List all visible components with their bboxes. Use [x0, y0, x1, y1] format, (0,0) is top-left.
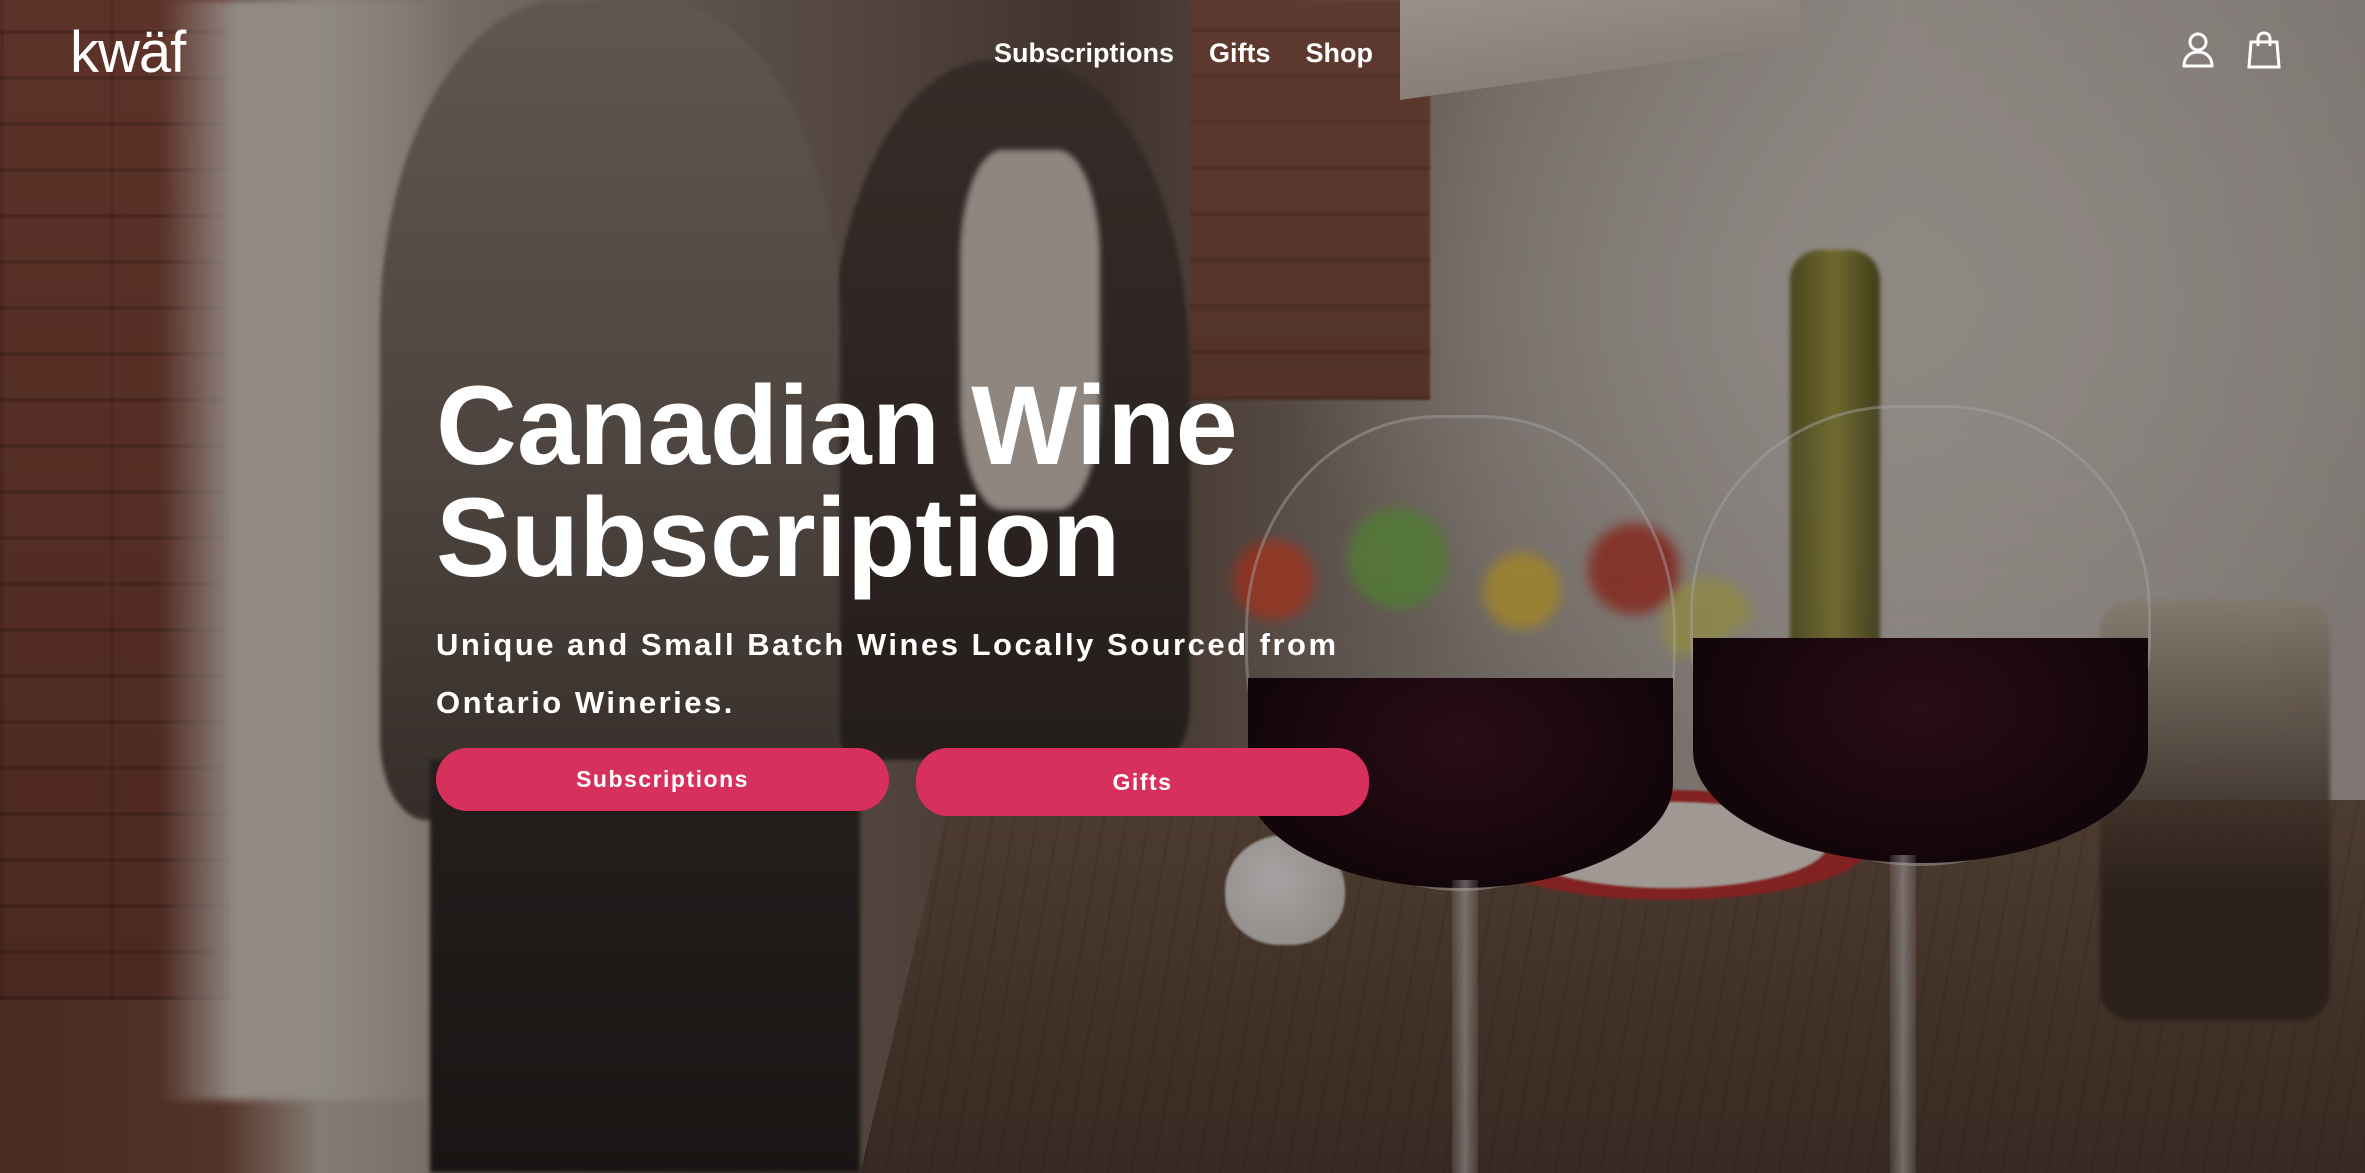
hero-title: Canadian Wine Subscription — [436, 370, 1436, 594]
shopping-bag-icon — [2247, 31, 2281, 69]
hero-cta-group: Subscriptions Gifts — [436, 748, 1369, 816]
hero-title-line-2: Subscription — [436, 475, 1121, 600]
hero-subtitle: Unique and Small Batch Wines Locally Sou… — [436, 627, 1339, 720]
gifts-button[interactable]: Gifts — [916, 748, 1369, 816]
site-header: kwäf Subscriptions Gifts Shop — [0, 0, 2365, 110]
nav-item-shop[interactable]: Shop — [1306, 34, 1374, 72]
subscriptions-button[interactable]: Subscriptions — [436, 748, 889, 811]
cart-link[interactable] — [2246, 30, 2282, 70]
header-actions — [2180, 30, 2282, 70]
main-navigation: Subscriptions Gifts Shop — [994, 34, 1373, 72]
hero-section: Canadian Wine Subscription Unique and Sm… — [436, 370, 1436, 732]
hero-title-line-1: Canadian Wine — [436, 363, 1238, 488]
brand-logo[interactable]: kwäf — [70, 18, 186, 88]
logo-text: kwäf — [70, 20, 186, 85]
nav-item-gifts[interactable]: Gifts — [1209, 34, 1271, 72]
account-icon — [2182, 32, 2214, 68]
account-link[interactable] — [2180, 30, 2216, 70]
nav-item-subscriptions[interactable]: Subscriptions — [994, 34, 1174, 72]
